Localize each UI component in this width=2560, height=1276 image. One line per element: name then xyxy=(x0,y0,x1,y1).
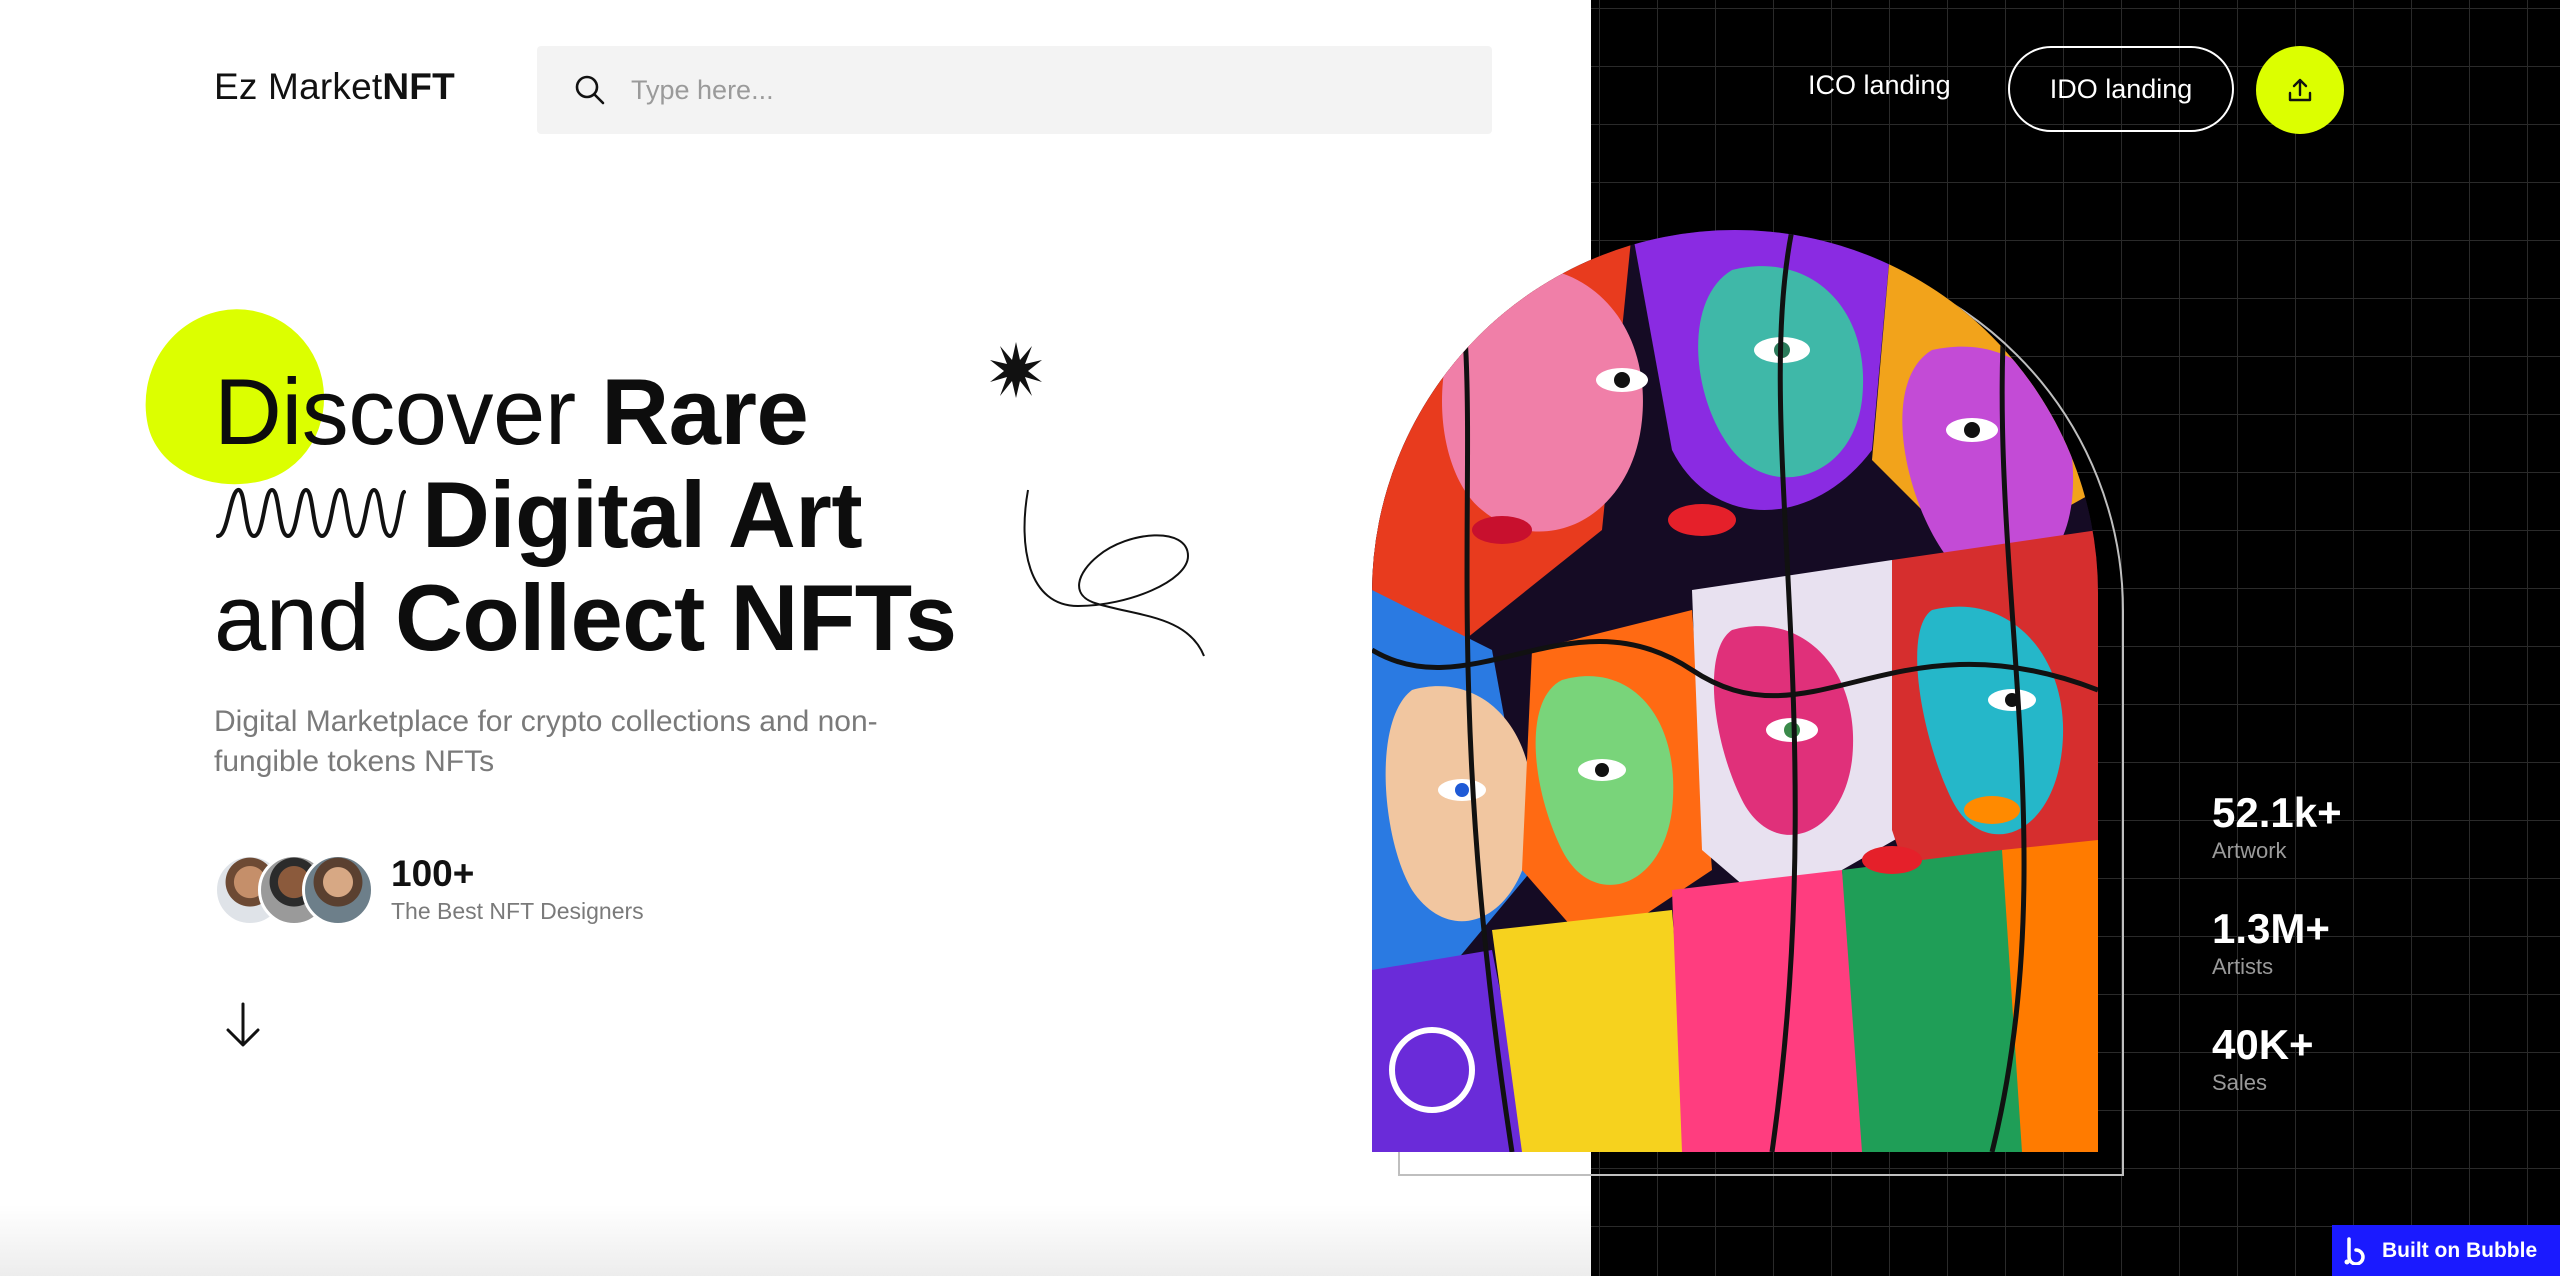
stat-label: Artwork xyxy=(2212,838,2287,863)
page: Ez MarketNFT ICO landing IDO landing Dis… xyxy=(0,0,2560,1276)
headline-line-3: and Collect NFTs xyxy=(214,565,957,670)
hero-headline: Discover Rare Digital Art and Collect NF… xyxy=(214,360,957,669)
stat-label: Sales xyxy=(2212,1070,2268,1095)
stat-value: 1.3M+ xyxy=(2212,905,2330,952)
bubble-logo-icon xyxy=(2344,1236,2365,1265)
built-on-bubble-badge[interactable]: Built on Bubble xyxy=(2332,1225,2560,1276)
stat-sales: 40K+ Sales xyxy=(2212,1022,2314,1098)
headline-line-1: Discover Rare xyxy=(214,359,809,464)
badge-label: Built on Bubble xyxy=(2382,1238,2538,1262)
stat-artwork: 52.1k+ Artwork xyxy=(2212,790,2342,866)
stat-value: 52.1k+ xyxy=(2212,789,2342,836)
logo-bold: NFT xyxy=(382,66,455,107)
headline-line-2: Digital Art xyxy=(214,463,957,566)
search-icon xyxy=(573,73,607,107)
upload-icon xyxy=(2288,78,2312,102)
nft-artwork[interactable] xyxy=(1372,230,2098,1152)
squiggle-decoration xyxy=(1023,489,1205,657)
hero-subtitle: Digital Marketplace for crypto collectio… xyxy=(214,705,878,778)
stat-artists: 1.3M+ Artists xyxy=(2212,906,2330,982)
designers-label: The Best NFT Designers xyxy=(391,898,644,924)
stat-label: Artists xyxy=(2212,954,2274,979)
search-input[interactable] xyxy=(629,73,1453,107)
starburst-icon xyxy=(990,342,1042,398)
zigzag-icon xyxy=(216,488,406,539)
arrow-down-icon[interactable] xyxy=(220,1000,266,1050)
designers-count: 100+ xyxy=(391,853,475,894)
artwork-illustration xyxy=(1372,230,2098,1152)
logo[interactable]: Ez MarketNFT xyxy=(214,66,455,108)
nav-ico-landing[interactable]: ICO landing xyxy=(1808,70,1951,101)
nav-ido-landing-button[interactable]: IDO landing xyxy=(2008,46,2234,132)
search-bar[interactable] xyxy=(537,46,1492,134)
stat-value: 40K+ xyxy=(2212,1021,2314,1068)
bottom-fade xyxy=(0,1205,1591,1276)
upload-button[interactable] xyxy=(2256,46,2344,134)
avatar xyxy=(302,854,374,926)
logo-regular: Ez Market xyxy=(214,66,383,107)
